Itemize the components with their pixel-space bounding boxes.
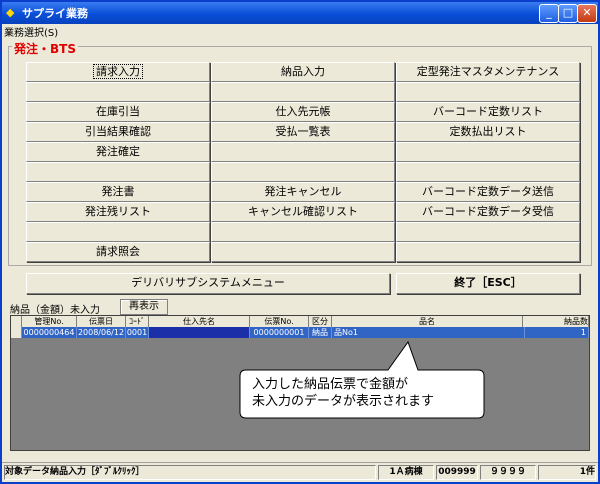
supplier-ledger-button[interactable]: 仕入先元帳: [211, 102, 395, 122]
row-selector-header: [11, 316, 22, 327]
invoice-inquiry-button[interactable]: 請求照会: [26, 242, 210, 262]
status-ward: 1Ａ病棟: [378, 465, 434, 480]
empty-button[interactable]: [396, 242, 580, 262]
menu-item-business-select[interactable]: 業務選択(S): [4, 24, 58, 39]
column-header[interactable]: 伝票日: [77, 316, 126, 327]
status-hint: 対象データ納品入力［ﾀﾞﾌﾞﾙｸﾘｯｸ］: [4, 465, 376, 480]
cell-slip-no: 0000000001: [250, 327, 309, 338]
row-selector[interactable]: [11, 327, 22, 338]
invoice-input-button[interactable]: 請求入力: [26, 62, 210, 82]
close-icon: ✕: [582, 6, 592, 19]
cell-category: 納品: [309, 327, 332, 338]
column-header[interactable]: 仕入先名: [149, 316, 250, 327]
empty-button[interactable]: [26, 162, 210, 182]
empty-button[interactable]: [396, 162, 580, 182]
fixed-order-master-button[interactable]: 定型発注マスタメンテナンス: [396, 62, 580, 82]
empty-button[interactable]: [211, 162, 395, 182]
menu-bar: 業務選択(S): [2, 24, 598, 39]
empty-button[interactable]: [211, 82, 395, 102]
backorder-list-button[interactable]: 発注残リスト: [26, 202, 210, 222]
cell-code: 0001: [126, 327, 149, 338]
column-header[interactable]: 納品数: [523, 316, 589, 327]
list-label: 納品（金額）未入力: [10, 305, 100, 316]
column-header[interactable]: 区分: [309, 316, 332, 327]
maximize-icon: □: [562, 6, 574, 19]
empty-button[interactable]: [396, 82, 580, 102]
delivery-subsystem-button[interactable]: デリバリサブシステムメニュー: [26, 273, 390, 294]
minimize-button[interactable]: _: [539, 4, 559, 23]
cell-supplier-name: [149, 327, 250, 338]
app-icon: ◆: [6, 6, 15, 19]
callout-text: 入力した納品伝票で金額が 未入力のデータが表示されます: [252, 377, 435, 409]
close-button[interactable]: ✕: [577, 4, 597, 23]
group-title: 発注・BTS: [12, 40, 78, 57]
maximize-button[interactable]: □: [558, 4, 578, 23]
barcode-data-send-button[interactable]: バーコード定数データ送信: [396, 182, 580, 202]
title-bar[interactable]: ◆ サプライ業務 _ □ ✕: [2, 2, 598, 24]
delivery-input-button[interactable]: 納品入力: [211, 62, 395, 82]
empty-button[interactable]: [211, 222, 395, 242]
empty-button[interactable]: [26, 82, 210, 102]
barcode-data-receive-button[interactable]: バーコード定数データ受信: [396, 202, 580, 222]
empty-button[interactable]: [211, 242, 395, 262]
receipt-list-button[interactable]: 受払一覧表: [211, 122, 395, 142]
refresh-button[interactable]: 再表示: [120, 299, 168, 315]
column-header[interactable]: 品名: [332, 316, 523, 327]
order-cancel-button[interactable]: 発注キャンセル: [211, 182, 395, 202]
allocation-result-button[interactable]: 引当結果確認: [26, 122, 210, 142]
order-confirm-button[interactable]: 発注確定: [26, 142, 210, 162]
app-window: ◆ サプライ業務 _ □ ✕ 業務選択(S) 発注・BTS 請求入力 在庫引当 …: [0, 0, 600, 484]
stock-allocation-button[interactable]: 在庫引当: [26, 102, 210, 122]
minimize-icon: _: [546, 6, 552, 19]
barcode-stock-list-button[interactable]: バーコード定数リスト: [396, 102, 580, 122]
status-bar: 対象データ納品入力［ﾀﾞﾌﾞﾙｸﾘｯｸ］ 1Ａ病棟 009999 ９９９９ 1件: [2, 462, 598, 481]
empty-button[interactable]: [396, 222, 580, 242]
stock-dispense-list-button[interactable]: 定数払出リスト: [396, 122, 580, 142]
empty-button[interactable]: [26, 222, 210, 242]
cancel-check-list-button[interactable]: キャンセル確認リスト: [211, 202, 395, 222]
window-title: サプライ業務: [22, 7, 88, 20]
cell-slip-date: 2008/06/12: [77, 327, 126, 338]
empty-button[interactable]: [211, 142, 395, 162]
status-user: ９９９９: [480, 465, 536, 480]
exit-button[interactable]: 終了［ESC］: [396, 273, 580, 294]
empty-button[interactable]: [396, 142, 580, 162]
grid-header: 管理No. 伝票日 ｺｰﾄﾞ 仕入先名 伝票No. 区分 品名 納品数: [11, 316, 589, 327]
column-header[interactable]: 管理No.: [22, 316, 77, 327]
cell-control-no: 0000000464: [22, 327, 77, 338]
purchase-order-button[interactable]: 発注書: [26, 182, 210, 202]
cell-delivery-qty: 1: [523, 327, 589, 338]
status-count: 1件: [538, 465, 596, 480]
status-code: 009999: [436, 465, 478, 480]
table-row[interactable]: 0000000464 2008/06/12 0001 0000000001 納品…: [11, 327, 589, 338]
cell-item-name: 品No1: [332, 327, 525, 338]
column-header[interactable]: 伝票No.: [250, 316, 309, 327]
column-header[interactable]: ｺｰﾄﾞ: [126, 316, 149, 327]
